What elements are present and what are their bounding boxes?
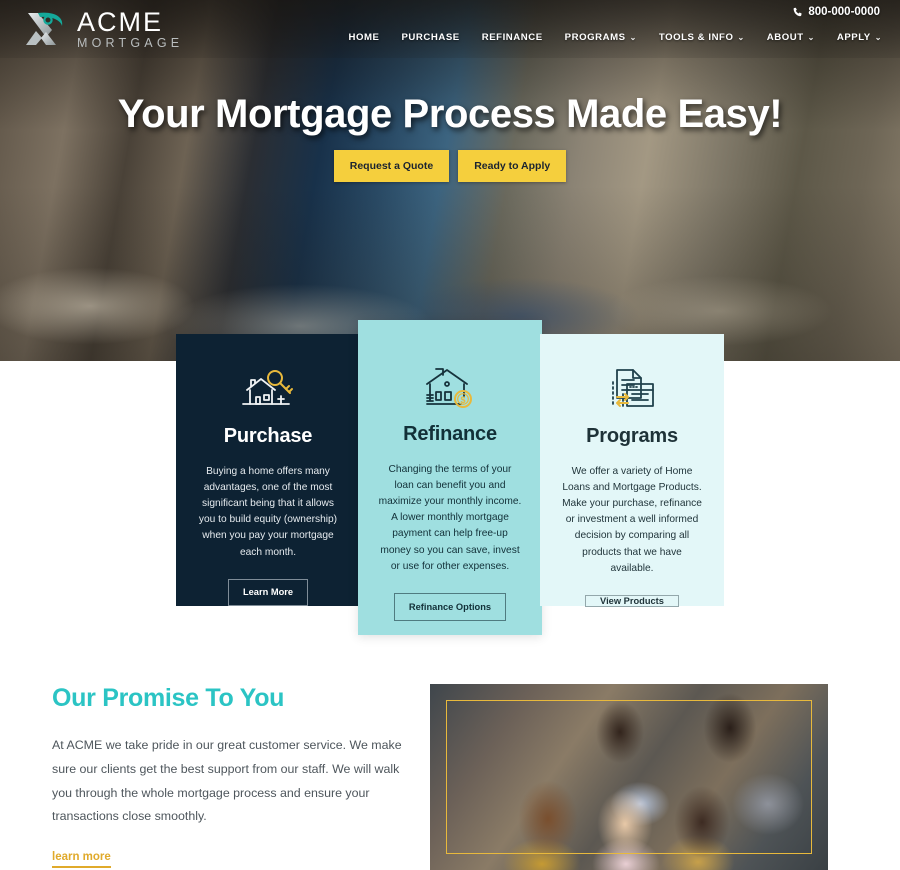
view-products-button[interactable]: View Products xyxy=(585,594,679,607)
card-title: Refinance xyxy=(403,423,497,445)
documents-compare-icon xyxy=(603,366,661,412)
nav-item-about[interactable]: ABOUT ⌄ xyxy=(767,32,815,43)
refinance-options-button[interactable]: Refinance Options xyxy=(393,592,507,621)
promise-photo xyxy=(430,684,828,870)
phone-number-text: 800-000-0000 xyxy=(808,6,880,18)
nav-item-tools-and-info[interactable]: TOOLS & INFO ⌄ xyxy=(659,32,745,43)
chevron-down-icon: ⌄ xyxy=(807,33,815,42)
nav-label: TOOLS & INFO xyxy=(658,32,734,43)
svg-text:$: $ xyxy=(460,395,465,405)
chevron-down-icon: ⌄ xyxy=(737,33,745,42)
learn-more-link[interactable]: learn more xyxy=(52,851,111,869)
nav-item-programs[interactable]: PROGRAMS ⌄ xyxy=(565,32,637,43)
card-description: We offer a variety of Home Loans and Mor… xyxy=(562,466,702,574)
hero-headline: Your Mortgage Process Made Easy! xyxy=(117,92,783,136)
house-with-dollar-coin-icon: $ xyxy=(419,364,481,410)
nav-label: HOME xyxy=(348,32,380,43)
chevron-down-icon: ⌄ xyxy=(874,33,882,42)
nav-label: APPLY xyxy=(836,32,871,43)
ready-to-apply-button[interactable]: Ready to Apply xyxy=(458,150,567,182)
main-navigation: HOME PURCHASE REFINANCE PROGRAMS ⌄ TOOLS… xyxy=(349,32,883,43)
nav-item-refinance[interactable]: REFINANCE xyxy=(482,32,543,43)
card-description: Buying a home offers many advantages, on… xyxy=(198,466,338,558)
promise-text-column: Our Promise To You At ACME we take pride… xyxy=(52,684,417,869)
service-card-refinance[interactable]: $ Refinance Changing the terms of your l… xyxy=(358,320,542,635)
nav-item-home[interactable]: HOME xyxy=(349,32,380,43)
service-card-purchase[interactable]: Purchase Buying a home offers many advan… xyxy=(176,334,360,606)
photo-gold-frame xyxy=(446,700,812,854)
card-description: Changing the terms of your loan can bene… xyxy=(378,464,522,572)
logo-brand-subtitle: MORTGAGE xyxy=(77,36,184,50)
nav-label: ABOUT xyxy=(766,32,804,43)
acme-swoosh-logo-icon xyxy=(26,12,63,46)
site-logo[interactable]: ACME MORTGAGE xyxy=(22,9,183,50)
service-card-programs[interactable]: Programs We offer a variety of Home Loan… xyxy=(540,334,724,607)
card-title: Programs xyxy=(586,425,678,447)
nav-label: PURCHASE xyxy=(401,32,460,43)
request-a-quote-button[interactable]: Request a Quote xyxy=(333,150,450,182)
phone-number[interactable]: 800-000-0000 xyxy=(792,6,880,18)
nav-label: REFINANCE xyxy=(481,32,543,43)
hero-section: ACME MORTGAGE 800-000-0000 HOME PURCHASE xyxy=(0,0,900,361)
chevron-down-icon: ⌄ xyxy=(629,33,637,42)
card-title: Purchase xyxy=(223,425,313,447)
logo-brand-name: ACME xyxy=(77,7,164,37)
phone-icon xyxy=(794,7,802,16)
nav-item-purchase[interactable]: PURCHASE xyxy=(401,32,459,43)
promise-paragraph: At ACME we take pride in our great custo… xyxy=(52,738,402,824)
learn-more-button[interactable]: Learn More xyxy=(227,578,309,606)
promise-heading: Our Promise To You xyxy=(52,684,285,712)
hero-cta-group: Request a Quote Ready to Apply xyxy=(0,150,900,182)
homepage: ACME MORTGAGE 800-000-0000 HOME PURCHASE xyxy=(0,0,900,870)
top-bar: ACME MORTGAGE 800-000-0000 HOME PURCHASE xyxy=(0,0,900,58)
house-with-key-icon xyxy=(237,366,299,412)
nav-item-apply[interactable]: APPLY ⌄ xyxy=(837,32,882,43)
nav-label: PROGRAMS xyxy=(564,32,626,43)
